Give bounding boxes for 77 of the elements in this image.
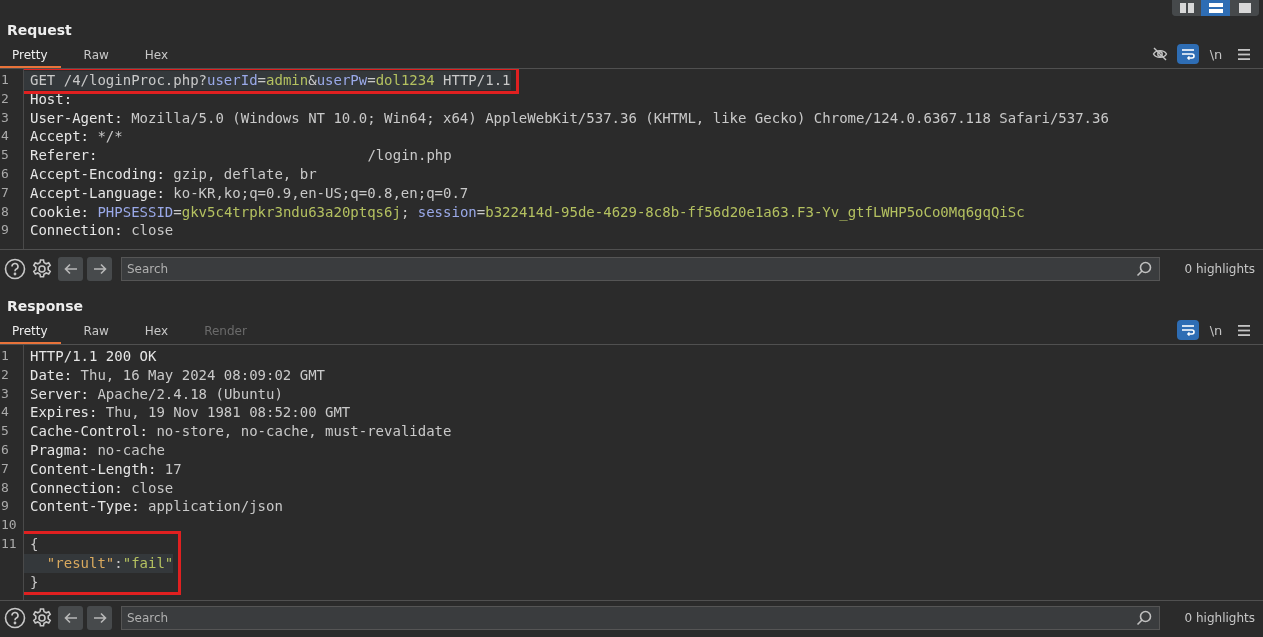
- wrap-icon[interactable]: [1177, 44, 1199, 64]
- line-number: 1: [1, 348, 9, 363]
- right-arrow-icon: [92, 612, 107, 624]
- tab[interactable]: Hex: [131, 324, 182, 344]
- square-icon: [1237, 3, 1252, 13]
- code-line: Cache-Control: no-store, no-cache, must-revalidate: [30, 423, 452, 440]
- tab[interactable]: Raw: [70, 324, 122, 344]
- code-line: {: [30, 535, 39, 552]
- code-line: Expires: Thu, 19 Nov 1981 08:52:00 GMT: [30, 404, 351, 421]
- highlight-count: 0 highlights: [1183, 262, 1256, 276]
- code-line: HTTP/1.1 200 OK: [30, 348, 157, 364]
- code-line: Connection: close: [30, 222, 174, 239]
- code-line: Accept: */*: [30, 128, 123, 145]
- code-line: Referer: /login.php: [30, 147, 452, 164]
- code-line: }: [30, 573, 39, 590]
- code-line: Content-Length: 17: [30, 460, 182, 477]
- left-arrow-icon: [63, 612, 78, 624]
- line-number: 2: [1, 366, 9, 382]
- rows-icon: [1208, 3, 1223, 13]
- line-number: 4: [1, 404, 9, 420]
- wrap-icon[interactable]: [1177, 320, 1199, 340]
- settings-icon[interactable]: [30, 606, 54, 630]
- code-line: GET /4/loginProc.php?userId=admin&userPw=dol1234 HTTP/1.1: [30, 72, 511, 88]
- line-number: 11: [1, 535, 17, 551]
- pane-title: Response: [6, 297, 85, 316]
- line-number: 5: [1, 147, 9, 163]
- highlight-count: 0 highlights: [1183, 611, 1256, 625]
- help-icon[interactable]: [3, 257, 27, 281]
- search-field[interactable]: Search: [121, 257, 1160, 281]
- search-field[interactable]: Search: [121, 606, 1160, 630]
- line-number: 9: [1, 498, 9, 514]
- tab[interactable]: Hex: [131, 48, 182, 68]
- line-number: 9: [1, 222, 9, 238]
- code-line: Accept-Encoding: gzip, deflate, br: [30, 166, 317, 182]
- forward-button[interactable]: [87, 257, 112, 281]
- line-number: 5: [1, 423, 9, 439]
- left-arrow-icon: [63, 263, 78, 275]
- code-line: Date: Thu, 16 May 2024 08:09:02 GMT: [30, 366, 326, 383]
- line-number: 6: [1, 442, 9, 457]
- layout-button[interactable]: [1230, 0, 1259, 16]
- tab[interactable]: Raw: [70, 48, 122, 68]
- code-line: Content-Type: application/json: [30, 498, 283, 515]
- settings-icon[interactable]: [30, 257, 54, 281]
- tab[interactable]: Pretty: [0, 324, 61, 344]
- code-line: "result":"fail": [45, 554, 174, 571]
- line-number: 2: [1, 90, 9, 106]
- line-number: 4: [1, 128, 9, 144]
- back-button[interactable]: [58, 606, 83, 630]
- code-line: Cookie: PHPSESSID=gkv5c4trpkr3ndu63a20ptqs6j; session=b322414d-95de-4629-8c8b-ff56d20e1a63.F3-Yv_gtfLWHP5oCo0Mq6gqQiSc: [30, 203, 1025, 220]
- right-arrow-icon: [92, 263, 107, 275]
- code-line: Pragma: no-cache: [30, 442, 165, 458]
- columns-icon: [1179, 3, 1194, 13]
- line-number: 3: [1, 109, 9, 125]
- back-button[interactable]: [58, 257, 83, 281]
- newline-toggle[interactable]: \n: [1205, 320, 1227, 340]
- code-line: Connection: close: [30, 479, 174, 496]
- pane-title: Request: [6, 21, 73, 40]
- line-number: 1: [1, 72, 9, 87]
- code-line: Accept-Language: ko-KR,ko;q=0.9,en-US;q=0.8,en;q=0.7: [30, 184, 469, 201]
- tab[interactable]: Pretty: [0, 48, 61, 68]
- line-number: 7: [1, 184, 9, 200]
- line-number: 3: [1, 385, 9, 401]
- code-line: Server: Apache/2.4.18 (Ubuntu): [30, 385, 283, 402]
- line-number: 6: [1, 166, 9, 181]
- search-icon[interactable]: [1136, 610, 1152, 626]
- layout-button[interactable]: [1172, 0, 1201, 16]
- line-number: 8: [1, 479, 9, 495]
- layout-button[interactable]: [1201, 0, 1230, 16]
- code-line: User-Agent: Mozilla/5.0 (Windows NT 10.0; Win64; x64) AppleWebKit/537.36 (KHTML, like Gecko) Chrome/124.0.6367.118 Safari/537.36: [30, 109, 1109, 126]
- search-icon[interactable]: [1136, 261, 1152, 277]
- forward-button[interactable]: [87, 606, 112, 630]
- line-number: 8: [1, 203, 9, 219]
- line-number: 7: [1, 460, 9, 476]
- code-line: Host:: [30, 90, 73, 107]
- line-number: 10: [1, 517, 17, 533]
- newline-toggle[interactable]: \n: [1205, 44, 1227, 64]
- help-icon[interactable]: [3, 606, 27, 630]
